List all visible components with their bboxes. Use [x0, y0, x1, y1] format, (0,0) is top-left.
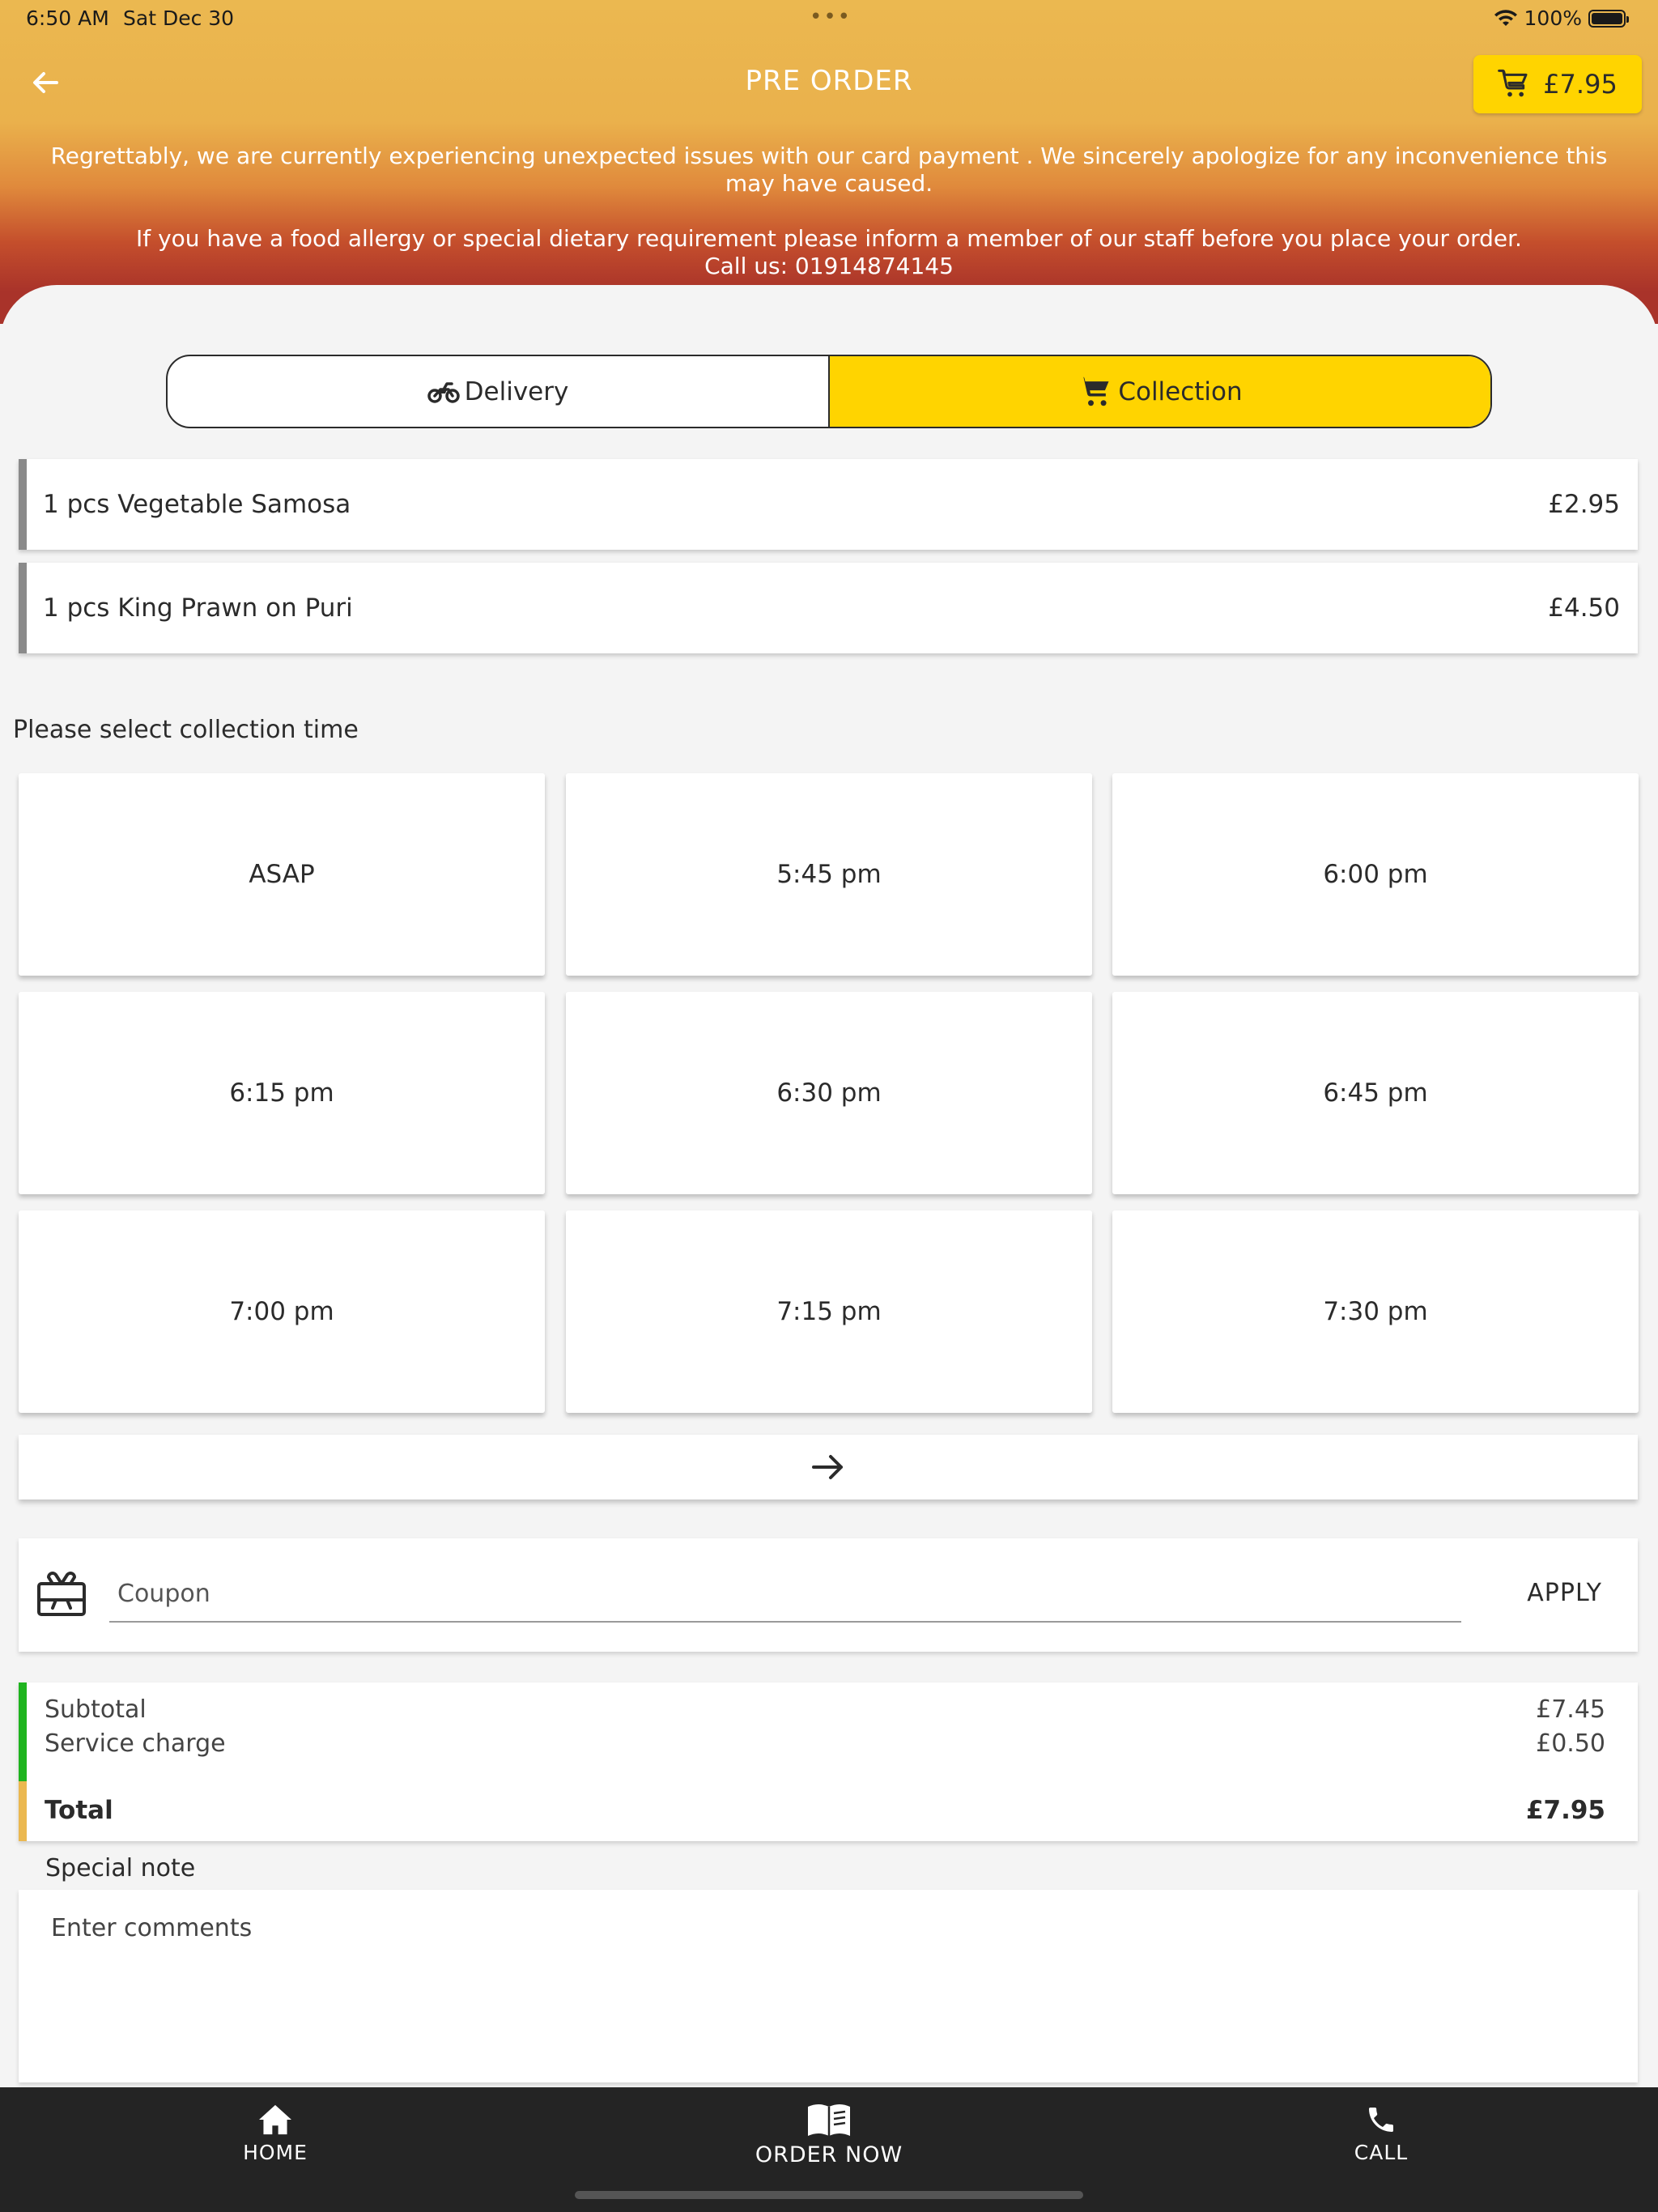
allergy-notice: If you have a food allergy or special di…	[136, 225, 1522, 252]
nav-call-label: CALL	[1354, 2141, 1409, 2164]
time-slot[interactable]: 6:15 pm	[19, 992, 545, 1194]
item-price: £2.95	[1548, 490, 1620, 519]
total-value: £7.95	[1525, 1796, 1605, 1825]
total-row: Total £7.95	[45, 1796, 1605, 1825]
item-name: 1 pcs King Prawn on Puri	[43, 593, 353, 623]
call-us-text: Call us: 01914874145	[704, 253, 954, 279]
nav-home-label: HOME	[243, 2141, 308, 2164]
time-slot[interactable]: 7:00 pm	[19, 1210, 545, 1413]
order-type-toggle: Delivery Collection	[166, 355, 1492, 428]
coupon-card: APPLY	[19, 1538, 1638, 1652]
delivery-tab[interactable]: Delivery	[168, 356, 828, 427]
total-label: Total	[45, 1796, 113, 1825]
service-charge-value: £0.50	[1536, 1729, 1605, 1758]
apply-coupon-button[interactable]: APPLY	[1527, 1579, 1602, 1607]
nav-order-now[interactable]: ORDER NOW	[748, 2102, 910, 2167]
time-slot[interactable]: 6:00 pm	[1112, 773, 1639, 976]
motorbike-icon	[427, 381, 460, 403]
status-time: 6:50 AM	[26, 6, 109, 30]
item-price: £4.50	[1548, 593, 1620, 623]
subtotal-accent-bar	[19, 1682, 27, 1781]
battery-icon	[1588, 9, 1629, 28]
cart-icon	[1498, 69, 1528, 97]
subtotal-label: Subtotal	[45, 1695, 147, 1724]
cart-icon	[1079, 376, 1109, 406]
time-slot[interactable]: 6:45 pm	[1112, 992, 1639, 1194]
status-date: Sat Dec 30	[123, 6, 235, 30]
wifi-icon	[1494, 9, 1517, 26]
item-name: 1 pcs Vegetable Samosa	[43, 490, 351, 519]
status-right: 100%	[1494, 6, 1629, 30]
service-charge-label: Service charge	[45, 1729, 226, 1758]
delivery-label: Delivery	[464, 376, 569, 406]
menu-book-icon	[808, 2104, 850, 2136]
nav-home[interactable]: HOME	[235, 2104, 316, 2164]
cart-total: £7.95	[1543, 69, 1618, 100]
cart-button[interactable]: £7.95	[1473, 55, 1642, 113]
more-times-button[interactable]	[19, 1435, 1638, 1499]
payment-notice: Regrettably, we are currently experienci…	[50, 143, 1608, 197]
page-title: PRE ORDER	[745, 65, 913, 97]
time-slot[interactable]: 5:45 pm	[566, 773, 1092, 976]
collection-tab[interactable]: Collection	[828, 356, 1490, 427]
battery-percent: 100%	[1524, 6, 1582, 30]
order-item[interactable]: 1 pcs Vegetable Samosa £2.95	[19, 459, 1638, 550]
totals-card: Subtotal £7.45 Service charge £0.50 Tota…	[19, 1682, 1638, 1841]
order-item[interactable]: 1 pcs King Prawn on Puri £4.50	[19, 563, 1638, 653]
nav-order-now-label: ORDER NOW	[755, 2142, 903, 2167]
gift-card-icon	[37, 1572, 86, 1616]
subtotal-value: £7.45	[1536, 1695, 1605, 1724]
time-slot[interactable]: 7:15 pm	[566, 1210, 1092, 1413]
nav-call[interactable]: CALL	[1341, 2104, 1422, 2164]
phone-icon	[1369, 2108, 1393, 2132]
home-icon	[259, 2104, 291, 2135]
coupon-input[interactable]	[109, 1566, 1461, 1623]
special-note-input[interactable]	[19, 1890, 1638, 2082]
home-indicator[interactable]	[575, 2191, 1083, 2199]
collection-label: Collection	[1118, 376, 1243, 406]
status-bar: 6:50 AM Sat Dec 30 ••• 100%	[0, 0, 1658, 37]
multitasking-dots-icon[interactable]: •••	[810, 5, 852, 29]
arrow-right-icon	[812, 1455, 843, 1479]
time-slot[interactable]: 6:30 pm	[566, 992, 1092, 1194]
collection-time-label: Please select collection time	[13, 716, 359, 744]
service-charge-row: Service charge £0.50	[45, 1729, 1605, 1758]
time-slot[interactable]: 7:30 pm	[1112, 1210, 1639, 1413]
subtotal-row: Subtotal £7.45	[45, 1695, 1605, 1724]
time-slot[interactable]: ASAP	[19, 773, 545, 976]
total-accent-bar	[19, 1781, 27, 1841]
special-note-label: Special note	[45, 1854, 196, 1882]
